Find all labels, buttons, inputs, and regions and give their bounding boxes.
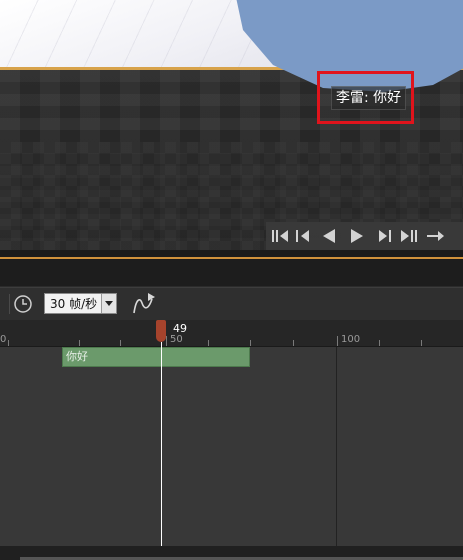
viewport-selection-border xyxy=(0,257,463,259)
sequencer-toolbar: 30 帧/秒 xyxy=(0,287,463,320)
playback-controls xyxy=(266,222,463,250)
playhead-handle[interactable] xyxy=(156,320,166,342)
ruler-label-100: 100 xyxy=(341,334,361,345)
skip-to-start-icon[interactable] xyxy=(270,227,290,245)
skip-to-end-icon[interactable] xyxy=(399,227,419,245)
panel-divider xyxy=(0,260,463,286)
clip-label: 你好 xyxy=(66,350,88,363)
playhead-line xyxy=(161,342,162,546)
playhead-frame: 49 xyxy=(173,322,187,335)
step-back-icon[interactable] xyxy=(294,227,312,245)
play-icon[interactable] xyxy=(348,227,366,245)
subtitle-highlight-box xyxy=(317,71,414,124)
curve-editor-icon[interactable] xyxy=(130,293,156,315)
track-divider xyxy=(336,347,337,546)
play-reverse-icon[interactable] xyxy=(320,227,338,245)
subtitle-clip[interactable]: 你好 xyxy=(62,347,250,367)
toolbar-separator xyxy=(9,294,10,314)
fps-value: 30 帧/秒 xyxy=(50,297,98,311)
fps-dropdown[interactable]: 30 帧/秒 xyxy=(44,293,117,314)
clock-icon[interactable] xyxy=(13,294,33,314)
step-forward-icon[interactable] xyxy=(376,227,394,245)
dropdown-arrow-icon[interactable] xyxy=(101,294,116,313)
track-area[interactable] xyxy=(0,347,463,546)
level-viewport[interactable]: 李雷: 你好 xyxy=(0,0,463,260)
timeline-ruler[interactable]: 0 50 100 xyxy=(0,320,463,347)
ruler-label-0: 0 xyxy=(0,334,7,345)
loop-icon[interactable] xyxy=(425,227,445,245)
ruler-label-50: 50 xyxy=(170,334,183,345)
